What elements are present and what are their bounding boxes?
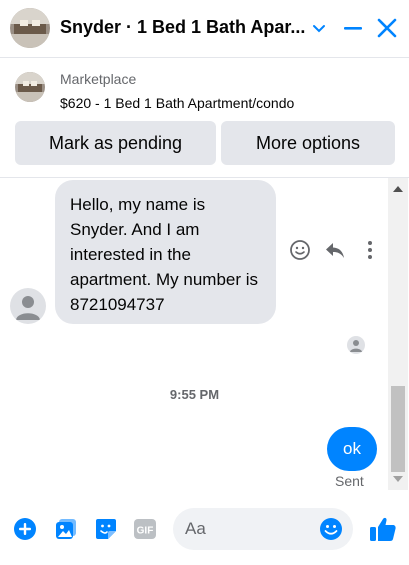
emoji-icon[interactable] xyxy=(319,517,343,541)
chat-scrollbar[interactable] xyxy=(388,178,408,490)
marketplace-label: Marketplace xyxy=(60,71,137,87)
message-timestamp: 9:55 PM xyxy=(169,387,220,402)
message-composer: GIF xyxy=(0,490,409,565)
thumbs-up-icon[interactable] xyxy=(369,515,397,543)
sticker-icon[interactable] xyxy=(94,517,118,541)
reply-icon[interactable] xyxy=(323,238,347,262)
more-actions-icon[interactable] xyxy=(358,238,382,262)
chevron-down-icon[interactable] xyxy=(306,14,332,42)
scroll-down-arrow-icon[interactable] xyxy=(393,476,403,482)
scroll-up-arrow-icon[interactable] xyxy=(393,186,403,192)
listing-thumbnail[interactable] xyxy=(15,72,45,102)
scrollbar-thumb[interactable] xyxy=(391,386,405,472)
message-input[interactable] xyxy=(185,508,315,550)
chat-header: Snyder · 1 Bed 1 Bath Apar... xyxy=(0,0,409,58)
close-icon[interactable] xyxy=(374,14,400,42)
marketplace-panel: Marketplace $620 - 1 Bed 1 Bath Apartmen… xyxy=(0,58,409,178)
gif-icon-label: GIF xyxy=(137,526,154,537)
conversation-title[interactable]: Snyder · 1 Bed 1 Bath Apar... xyxy=(60,17,305,38)
react-smiley-icon[interactable] xyxy=(288,238,312,262)
delivery-status: Sent xyxy=(335,473,364,489)
message-list: Hello, my name is Snyder. And I am inter… xyxy=(0,178,409,490)
more-options-button[interactable]: More options xyxy=(221,121,395,165)
sender-avatar[interactable] xyxy=(10,288,46,324)
listing-description[interactable]: $620 - 1 Bed 1 Bath Apartment/condo xyxy=(60,95,294,111)
photo-gallery-icon[interactable] xyxy=(54,517,78,541)
gif-icon[interactable]: GIF xyxy=(133,517,157,541)
message-input-box[interactable] xyxy=(173,508,353,550)
minimize-icon[interactable] xyxy=(340,14,366,42)
mark-as-pending-button[interactable]: Mark as pending xyxy=(15,121,216,165)
listing-avatar[interactable] xyxy=(10,8,50,48)
plus-circle-icon[interactable] xyxy=(13,517,37,541)
outgoing-message-bubble[interactable]: ok xyxy=(327,427,377,471)
incoming-message-bubble[interactable]: Hello, my name is Snyder. And I am inter… xyxy=(55,180,276,324)
seen-indicator-avatar xyxy=(347,336,365,354)
